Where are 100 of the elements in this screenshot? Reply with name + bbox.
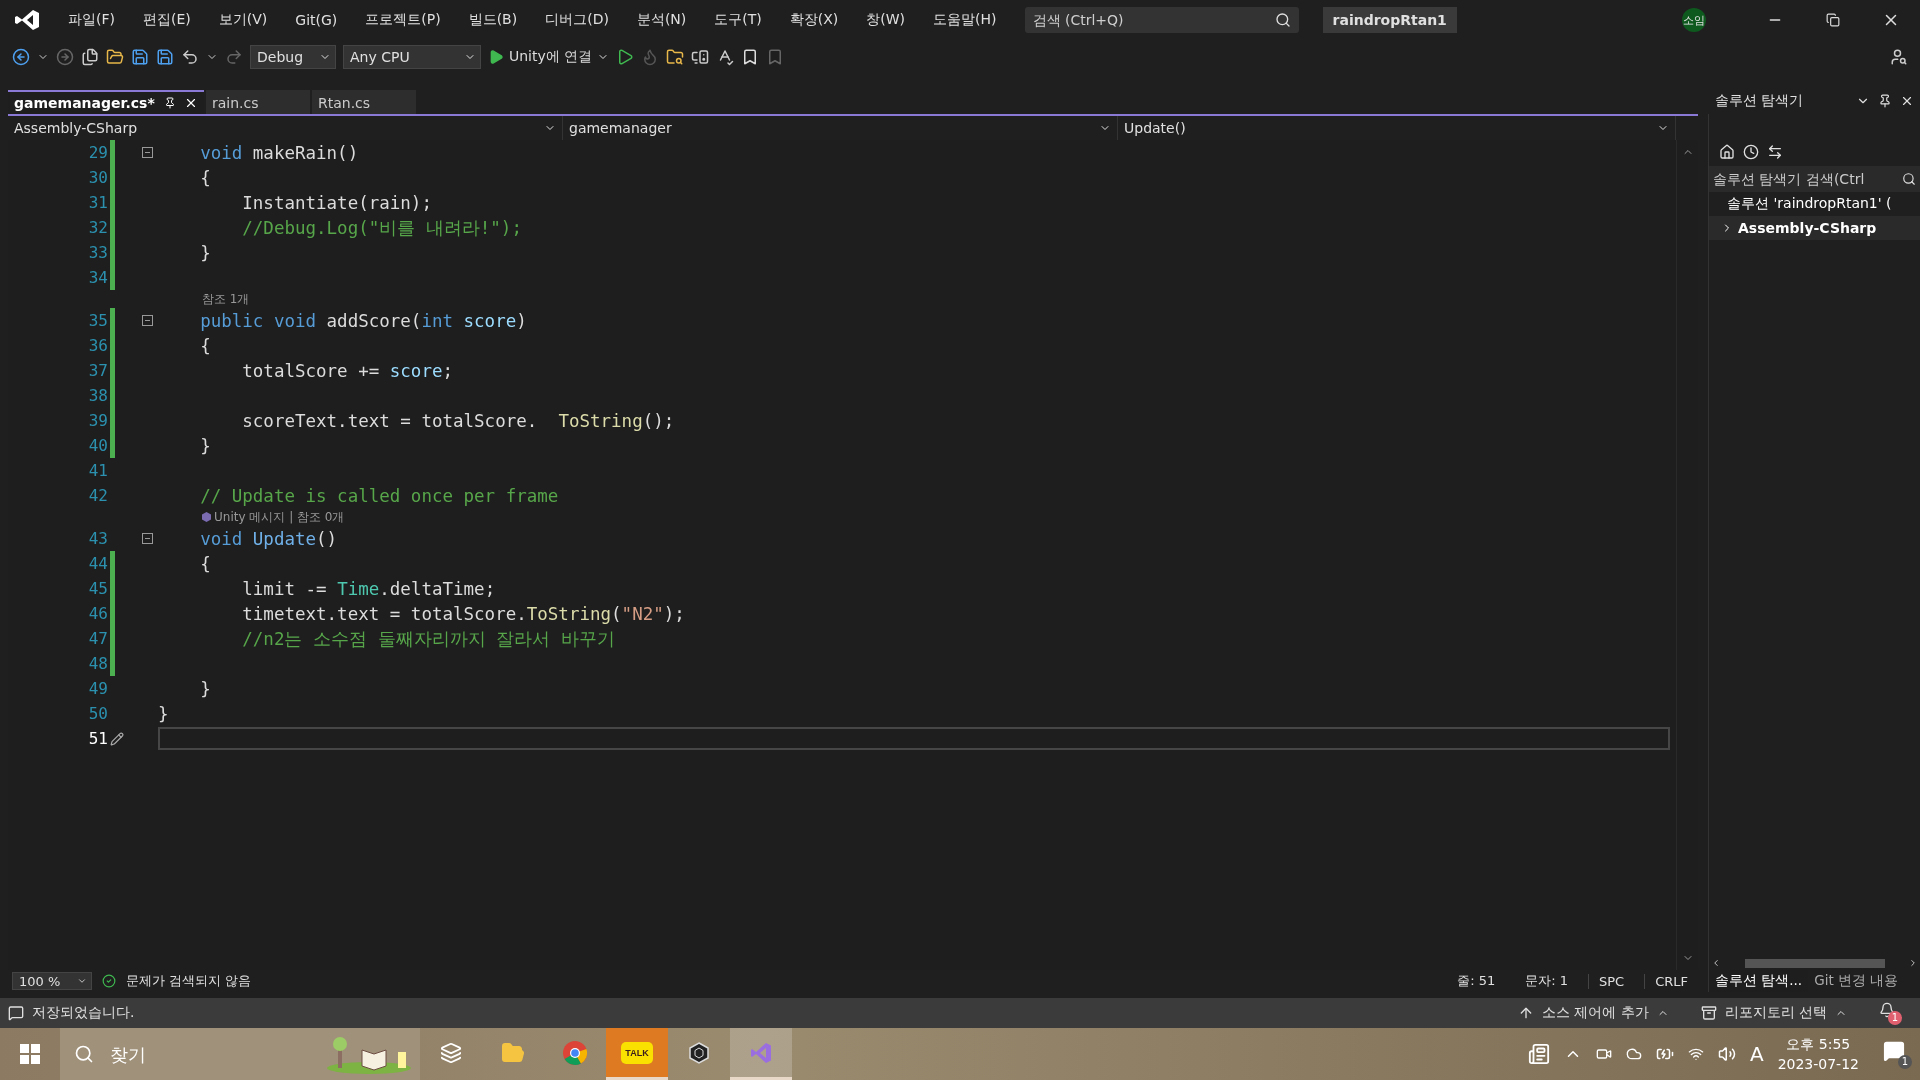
new-item-icon[interactable] <box>81 48 99 66</box>
history-icon[interactable] <box>1743 144 1759 160</box>
solution-search-field[interactable]: 솔루션 탐색기 검색(Ctrl <box>1709 166 1920 192</box>
home-icon[interactable] <box>1719 144 1735 160</box>
window-icon[interactable] <box>691 48 710 66</box>
menu-item[interactable]: Git(G) <box>281 8 352 32</box>
close-icon[interactable] <box>184 96 198 110</box>
news-icon[interactable] <box>1527 1043 1550 1065</box>
file-tab[interactable]: rain.cs <box>206 90 310 114</box>
scroll-right-icon[interactable] <box>1908 958 1918 968</box>
save-all-icon[interactable] <box>156 48 174 66</box>
menu-item[interactable]: 창(W) <box>852 7 920 33</box>
line-number: 34 <box>87 268 108 287</box>
sync-icon[interactable] <box>1767 144 1783 160</box>
collapse-icon[interactable] <box>141 315 153 326</box>
volume-icon[interactable] <box>1717 1045 1736 1063</box>
windows-start-icon[interactable] <box>20 1044 40 1064</box>
source-control-button[interactable]: 소스 제어에 추가 <box>1541 1004 1649 1022</box>
tree-item[interactable]: Assembly-CSharp <box>1709 216 1920 240</box>
taskbar-app[interactable]: TALK <box>606 1028 668 1080</box>
code-line: public void addScore(int score) <box>199 310 527 331</box>
redo-icon[interactable] <box>225 48 243 66</box>
menu-item[interactable]: 확장(X) <box>775 7 853 33</box>
line-number: 31 <box>87 193 108 212</box>
line-number: 48 <box>87 654 108 673</box>
pin-icon[interactable] <box>1878 94 1892 108</box>
camera-icon[interactable] <box>1595 1046 1612 1062</box>
line-position: 줄: 51 <box>1456 972 1497 990</box>
restore-icon[interactable] <box>1826 13 1840 27</box>
line-number: 30 <box>87 168 108 187</box>
code-lens[interactable]: 참조 1개 <box>202 290 250 308</box>
tree-item[interactable]: 솔루션 'raindropRtan1' ( <box>1709 192 1920 216</box>
file-tab[interactable]: gamemanager.cs* <box>8 90 204 114</box>
code-line: scoreText.text = totalScore. ToString(); <box>241 410 675 431</box>
menu-item[interactable]: 분석(N) <box>622 7 701 33</box>
issues-status: 문제가 검색되지 않음 <box>126 972 252 990</box>
code-line: } <box>199 242 211 263</box>
line-number: 35 <box>87 311 108 330</box>
undo-icon[interactable] <box>181 48 199 66</box>
menu-item[interactable]: 보기(V) <box>204 7 282 33</box>
save-icon[interactable] <box>131 48 149 66</box>
line-number: 49 <box>87 679 108 698</box>
platform-dropdown[interactable]: Any CPU <box>343 45 481 69</box>
menu-item[interactable]: 디버그(D) <box>531 7 623 33</box>
line-number: 29 <box>87 143 108 162</box>
line-number: 40 <box>87 436 108 455</box>
line-number: 33 <box>87 243 108 262</box>
menu-item[interactable]: 프로젝트(P) <box>351 7 455 33</box>
account-avatar[interactable]: 소임 <box>1682 8 1706 32</box>
taskbar-search-field[interactable]: 찾기 <box>60 1028 420 1080</box>
code-line: Instantiate(rain); <box>241 192 432 213</box>
line-number: 43 <box>87 529 108 548</box>
scroll-left-icon[interactable] <box>1711 958 1721 968</box>
menu-item[interactable]: 파일(F) <box>54 7 129 33</box>
run-button[interactable]: Unity에 연결 <box>488 48 610 66</box>
menu-item[interactable]: 도구(T) <box>700 7 776 33</box>
menu-item[interactable]: 빌드(B) <box>454 7 532 33</box>
panel-tab[interactable]: Git 변경 내용 <box>1808 970 1905 992</box>
line-ending-indicator[interactable]: CRLF <box>1644 973 1698 989</box>
configuration-dropdown[interactable]: Debug <box>250 45 336 69</box>
pin-icon[interactable] <box>164 97 176 109</box>
project-name: raindropRtan1 <box>1322 7 1457 33</box>
code-line: timetext.text = totalScore.ToString("N2"); <box>241 603 685 624</box>
collapse-icon[interactable] <box>141 147 153 158</box>
line-number: 42 <box>87 486 108 505</box>
close-icon[interactable] <box>1900 94 1914 108</box>
input-method-indicator[interactable]: A <box>1749 1042 1764 1066</box>
code-line: void makeRain() <box>199 142 359 163</box>
code-line: void Update() <box>199 528 338 549</box>
code-line: limit -= Time.deltaTime; <box>241 578 496 599</box>
folder-icon <box>501 1040 525 1065</box>
feedback-icon[interactable] <box>1890 48 1908 66</box>
taskbar-clock[interactable]: 오후 5:55 2023-07-12 <box>1777 1034 1859 1074</box>
cloud-icon[interactable] <box>1625 1046 1642 1062</box>
cube-icon <box>687 1040 711 1065</box>
repository-button[interactable]: 리포지토리 선택 <box>1724 1004 1827 1022</box>
code-line: } <box>199 678 211 699</box>
menu-item[interactable]: 도움말(H) <box>919 7 1011 33</box>
folder-search-icon[interactable] <box>666 48 685 66</box>
back-icon[interactable] <box>12 48 30 66</box>
whitespace-indicator[interactable]: SPC <box>1588 973 1635 989</box>
file-tab[interactable]: Rtan.cs <box>312 90 416 114</box>
line-number: 39 <box>87 411 108 430</box>
task-view-icon <box>440 1041 462 1064</box>
line-number: 37 <box>87 361 108 380</box>
code-line: //n2는 소수점 둘째자리까지 잘라서 바꾸기 <box>241 627 615 651</box>
code-line: totalScore += score; <box>241 360 454 381</box>
search-icon <box>74 1044 94 1064</box>
code-line: // Update is called once per frame <box>199 485 559 506</box>
play-outline-icon[interactable] <box>616 48 635 66</box>
menu-item[interactable]: 편집(E) <box>129 7 205 33</box>
search-field[interactable]: 검색 (Ctrl+Q) <box>1024 7 1299 33</box>
browser-icon <box>562 1039 588 1066</box>
zoom-dropdown[interactable]: 100 % <box>12 972 92 990</box>
forward-icon[interactable] <box>56 48 74 66</box>
code-lens[interactable]: Unity 메시지 | 참조 0개 <box>202 508 345 526</box>
open-folder-icon[interactable] <box>106 48 124 66</box>
code-line: { <box>199 335 211 356</box>
collapse-icon[interactable] <box>141 533 153 544</box>
wifi-icon[interactable] <box>1687 1046 1704 1062</box>
